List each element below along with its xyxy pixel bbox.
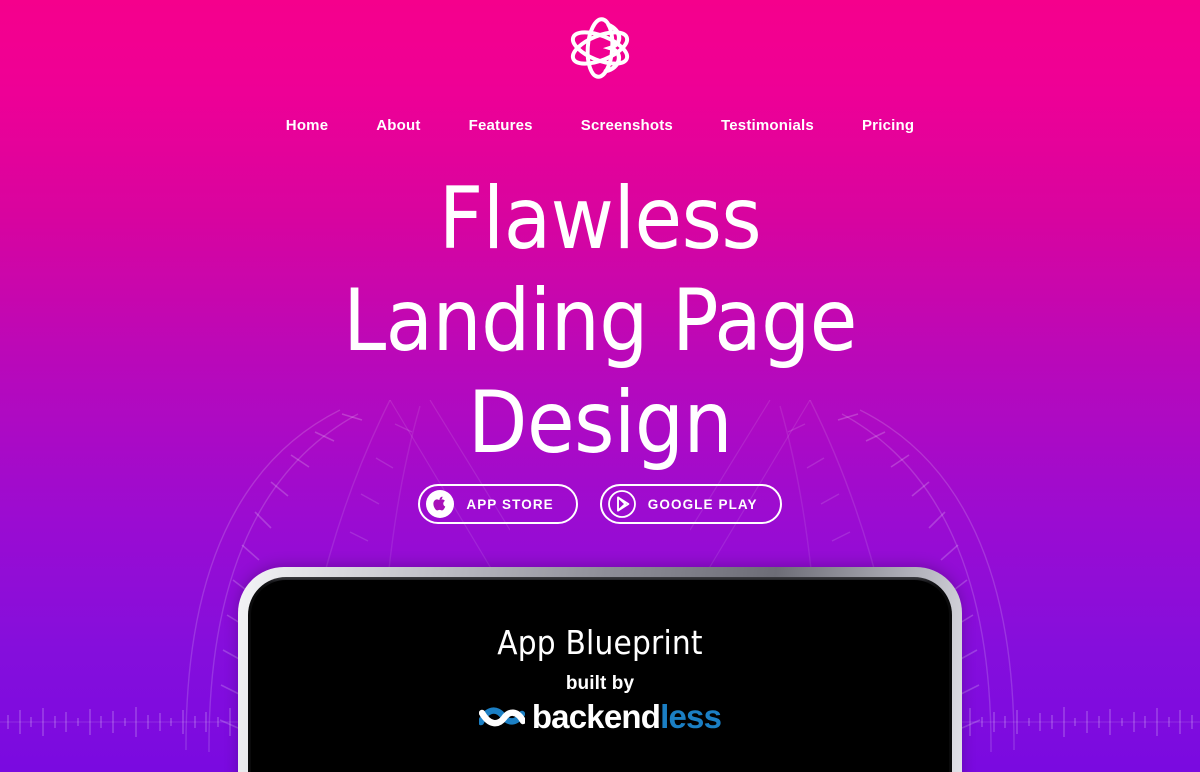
nav-item-home[interactable]: Home xyxy=(262,117,352,134)
nav-item-about[interactable]: About xyxy=(352,117,444,134)
phone-bezel: App Blueprint built by backendless xyxy=(248,577,952,772)
brand-text-blue: less xyxy=(660,698,722,735)
app-store-label: APP STORE xyxy=(466,496,554,512)
app-store-button[interactable]: APP STORE xyxy=(418,484,578,524)
site-logo[interactable] xyxy=(0,12,1200,84)
headline-line-1: Flawless xyxy=(438,169,762,269)
hero-section: Home About Features Screenshots Testimon… xyxy=(0,0,1200,772)
screen-app-title: App Blueprint xyxy=(497,623,703,662)
backendless-brand: backendless xyxy=(251,700,949,733)
nav-item-screenshots[interactable]: Screenshots xyxy=(557,117,697,134)
hero-headline: Flawless Landing Page Design xyxy=(0,168,1200,474)
nav-item-testimonials[interactable]: Testimonials xyxy=(697,117,838,134)
headline-line-3: Design xyxy=(467,373,733,473)
apple-icon xyxy=(426,490,455,518)
nav-item-features[interactable]: Features xyxy=(445,117,557,134)
backendless-ribbon-icon xyxy=(478,706,525,726)
backendless-wordmark: backendless xyxy=(531,698,722,735)
nav-item-pricing[interactable]: Pricing xyxy=(838,117,938,134)
phone-screen[interactable]: App Blueprint built by backendless xyxy=(251,580,949,772)
headline-line-2: Landing Page xyxy=(343,271,857,371)
brand-text-white: backend xyxy=(531,698,661,735)
google-play-button[interactable]: GOOGLE PLAY xyxy=(599,484,782,524)
store-buttons-group: APP STORE GOOGLE PLAY xyxy=(0,484,1200,524)
screen-built-by-label: built by xyxy=(565,673,635,694)
phone-mockup: App Blueprint built by backendless xyxy=(238,567,962,772)
main-navigation: Home About Features Screenshots Testimon… xyxy=(0,117,1200,134)
google-play-icon xyxy=(607,490,636,518)
atom-orbit-logo-icon xyxy=(570,17,630,79)
google-play-label: GOOGLE PLAY xyxy=(647,496,758,512)
